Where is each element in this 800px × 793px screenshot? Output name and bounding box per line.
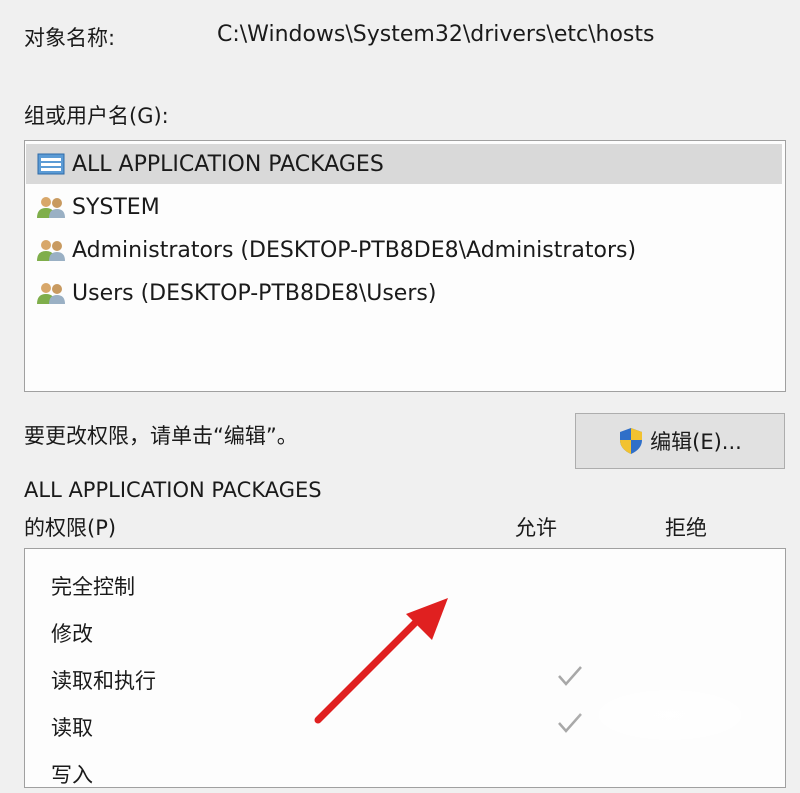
column-header-deny: 拒绝 (665, 516, 707, 540)
group-user-list[interactable]: ALL APPLICATION PACKAGES SYSTEM Administ… (24, 140, 786, 392)
permission-label: 完全控制 (51, 575, 135, 599)
permission-label: 读取和执行 (51, 669, 156, 693)
permissions-title-suffix: 的权限(P) (24, 516, 117, 540)
packages-icon (36, 152, 68, 176)
permissions-title: ALL APPLICATION PACKAGES (24, 478, 322, 502)
list-item-administrators[interactable]: Administrators (DESKTOP-PTB8DE8\Administ… (26, 230, 782, 270)
permission-label: 读取 (51, 716, 93, 740)
list-item-all-application-packages[interactable]: ALL APPLICATION PACKAGES (26, 144, 782, 184)
column-header-allow: 允许 (515, 516, 557, 540)
group-user-label: 组或用户名(G): (24, 104, 169, 128)
list-item-label: Users (DESKTOP-PTB8DE8\Users) (72, 280, 437, 306)
permission-row-write: 写入 (51, 753, 751, 793)
users-icon (36, 281, 68, 305)
permission-row-modify: 修改 (51, 612, 751, 652)
list-item-system[interactable]: SYSTEM (26, 187, 782, 227)
object-name-label: 对象名称: (24, 26, 116, 50)
blurred-area (570, 680, 770, 750)
permission-label: 写入 (51, 763, 93, 787)
users-icon (36, 195, 68, 219)
edit-button-label: 编辑(E)... (650, 430, 742, 454)
list-item-label: SYSTEM (72, 194, 160, 220)
shield-icon (620, 428, 643, 454)
permissions-list: 完全控制 修改 读取和执行 读取 写入 (24, 548, 786, 788)
permission-row-full-control: 完全控制 (51, 565, 751, 605)
edit-hint-text: 要更改权限，请单击“编辑”。 (24, 424, 298, 448)
object-path: C:\Windows\System32\drivers\etc\hosts (217, 22, 655, 47)
list-item-users[interactable]: Users (DESKTOP-PTB8DE8\Users) (26, 273, 782, 313)
users-icon (36, 238, 68, 262)
list-item-label: Administrators (DESKTOP-PTB8DE8\Administ… (72, 237, 637, 263)
list-item-label: ALL APPLICATION PACKAGES (72, 151, 384, 177)
permission-label: 修改 (51, 622, 93, 646)
edit-button[interactable]: 编辑(E)... (575, 413, 785, 469)
